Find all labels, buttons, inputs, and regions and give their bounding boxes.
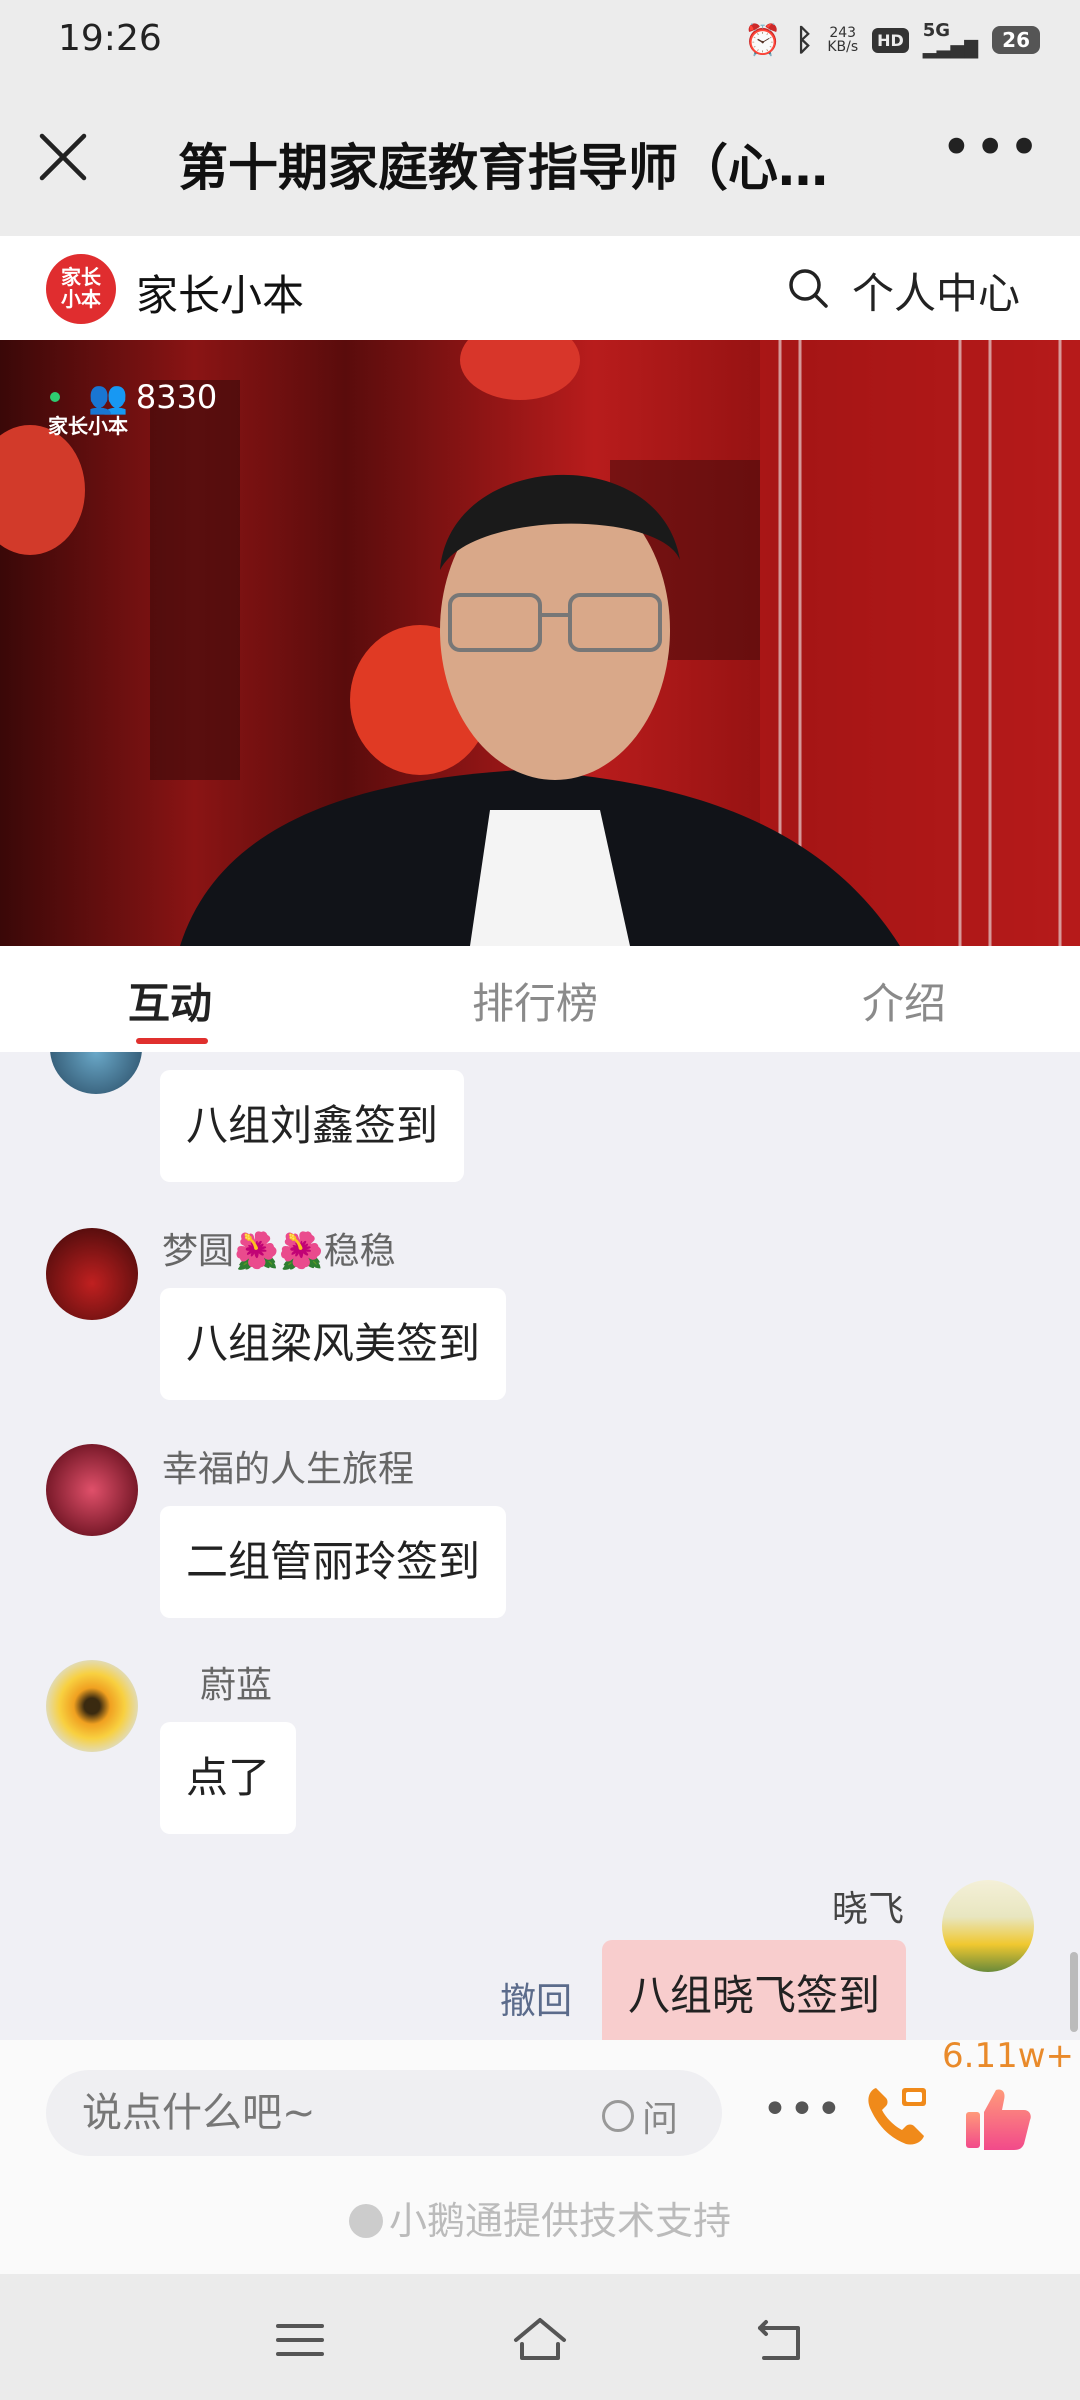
ask-question-toggle[interactable]: 问 bbox=[602, 2090, 678, 2142]
home-icon[interactable] bbox=[510, 2310, 570, 2370]
brand-name: 家长小本 bbox=[136, 271, 305, 320]
video-watermark: 家长小本 bbox=[48, 414, 128, 438]
chat-message: 八组刘鑫签到 bbox=[160, 1070, 465, 1182]
more-menu-icon[interactable]: ••• bbox=[940, 121, 1042, 175]
personal-center-link[interactable]: 个人中心 bbox=[852, 260, 1020, 321]
video-frame bbox=[0, 340, 1080, 946]
title-bar: 第十期家庭教育指导师（心… ••• bbox=[0, 84, 1080, 236]
like-count: 6.11w+ bbox=[942, 2036, 1074, 2076]
chat-username: 幸福的人生旅程 bbox=[162, 1449, 415, 1490]
tab-bar: 互动 排行榜 介绍 bbox=[0, 946, 1080, 1052]
input-bar: 问 ••• 6.11w+ 小鹅通提供技术支持 bbox=[0, 2036, 1080, 2274]
more-actions-button[interactable]: ••• bbox=[762, 2084, 843, 2135]
avatar[interactable] bbox=[46, 1660, 138, 1752]
chat-message: 点了 bbox=[160, 1722, 297, 1834]
chat-scrollbar[interactable] bbox=[1070, 1952, 1078, 2032]
brand-logo: 家长小本 bbox=[46, 254, 116, 324]
search-icon[interactable] bbox=[786, 266, 830, 310]
close-icon[interactable] bbox=[36, 130, 90, 184]
live-video[interactable]: 👥 8330 家长小本 bbox=[0, 340, 1080, 946]
live-dot-icon bbox=[50, 392, 60, 402]
active-tab-indicator bbox=[136, 1038, 208, 1044]
chat-list[interactable]: 八组刘鑫签到 梦圆🌺🌺稳稳 八组梁风美签到 幸福的人生旅程 二组管丽玲签到 蔚蓝… bbox=[0, 1052, 1080, 2040]
avatar[interactable] bbox=[942, 1880, 1034, 1972]
avatar[interactable] bbox=[46, 1228, 138, 1320]
tab-introduction[interactable]: 介绍 bbox=[862, 970, 946, 1031]
status-icons: ⏰ ᛒ 243 KB/s HD 5G ▂▃▅▇ 26 bbox=[744, 22, 1040, 58]
hd-icon: HD bbox=[872, 27, 909, 53]
avatar[interactable] bbox=[50, 1052, 142, 1094]
powered-by-text: 小鹅通提供技术支持 bbox=[0, 2190, 1080, 2245]
phone-call-icon[interactable] bbox=[862, 2080, 932, 2150]
xiaoetong-logo-icon bbox=[348, 2204, 383, 2238]
page-title: 第十期家庭教育指导师（心… bbox=[178, 139, 828, 197]
chat-message: 二组管丽玲签到 bbox=[160, 1506, 507, 1618]
bluetooth-icon: ᛒ bbox=[795, 22, 814, 58]
menu-icon[interactable] bbox=[270, 2310, 330, 2370]
chat-username: 晓飞 bbox=[832, 1889, 905, 1930]
status-time: 19:26 bbox=[58, 18, 162, 59]
thumbs-up-icon[interactable] bbox=[962, 2082, 1034, 2154]
signal-icon: 5G ▂▃▅▇ bbox=[922, 20, 979, 59]
status-bar: 19:26 ⏰ ᛒ 243 KB/s HD 5G ▂▃▅▇ 26 bbox=[0, 0, 1080, 84]
radio-circle-icon bbox=[602, 2100, 634, 2132]
net-speed: 243 KB/s bbox=[827, 25, 859, 55]
brand-header: 家长小本 家长小本 个人中心 bbox=[0, 236, 1080, 340]
alarm-icon: ⏰ bbox=[743, 22, 782, 58]
chat-username: 梦圆🌺🌺稳稳 bbox=[162, 1231, 396, 1272]
chat-username: 蔚蓝 bbox=[200, 1665, 273, 1706]
back-icon[interactable] bbox=[750, 2310, 810, 2370]
recall-button[interactable]: 撤回 bbox=[500, 1972, 572, 2024]
tab-interaction[interactable]: 互动 bbox=[128, 970, 212, 1031]
chat-message-own: 八组晓飞签到 bbox=[602, 1940, 907, 2040]
battery-icon: 26 bbox=[992, 26, 1040, 54]
tab-ranking[interactable]: 排行榜 bbox=[472, 970, 598, 1031]
avatar[interactable] bbox=[46, 1444, 138, 1536]
system-nav-bar bbox=[0, 2274, 1080, 2400]
chat-message: 八组梁风美签到 bbox=[160, 1288, 507, 1400]
